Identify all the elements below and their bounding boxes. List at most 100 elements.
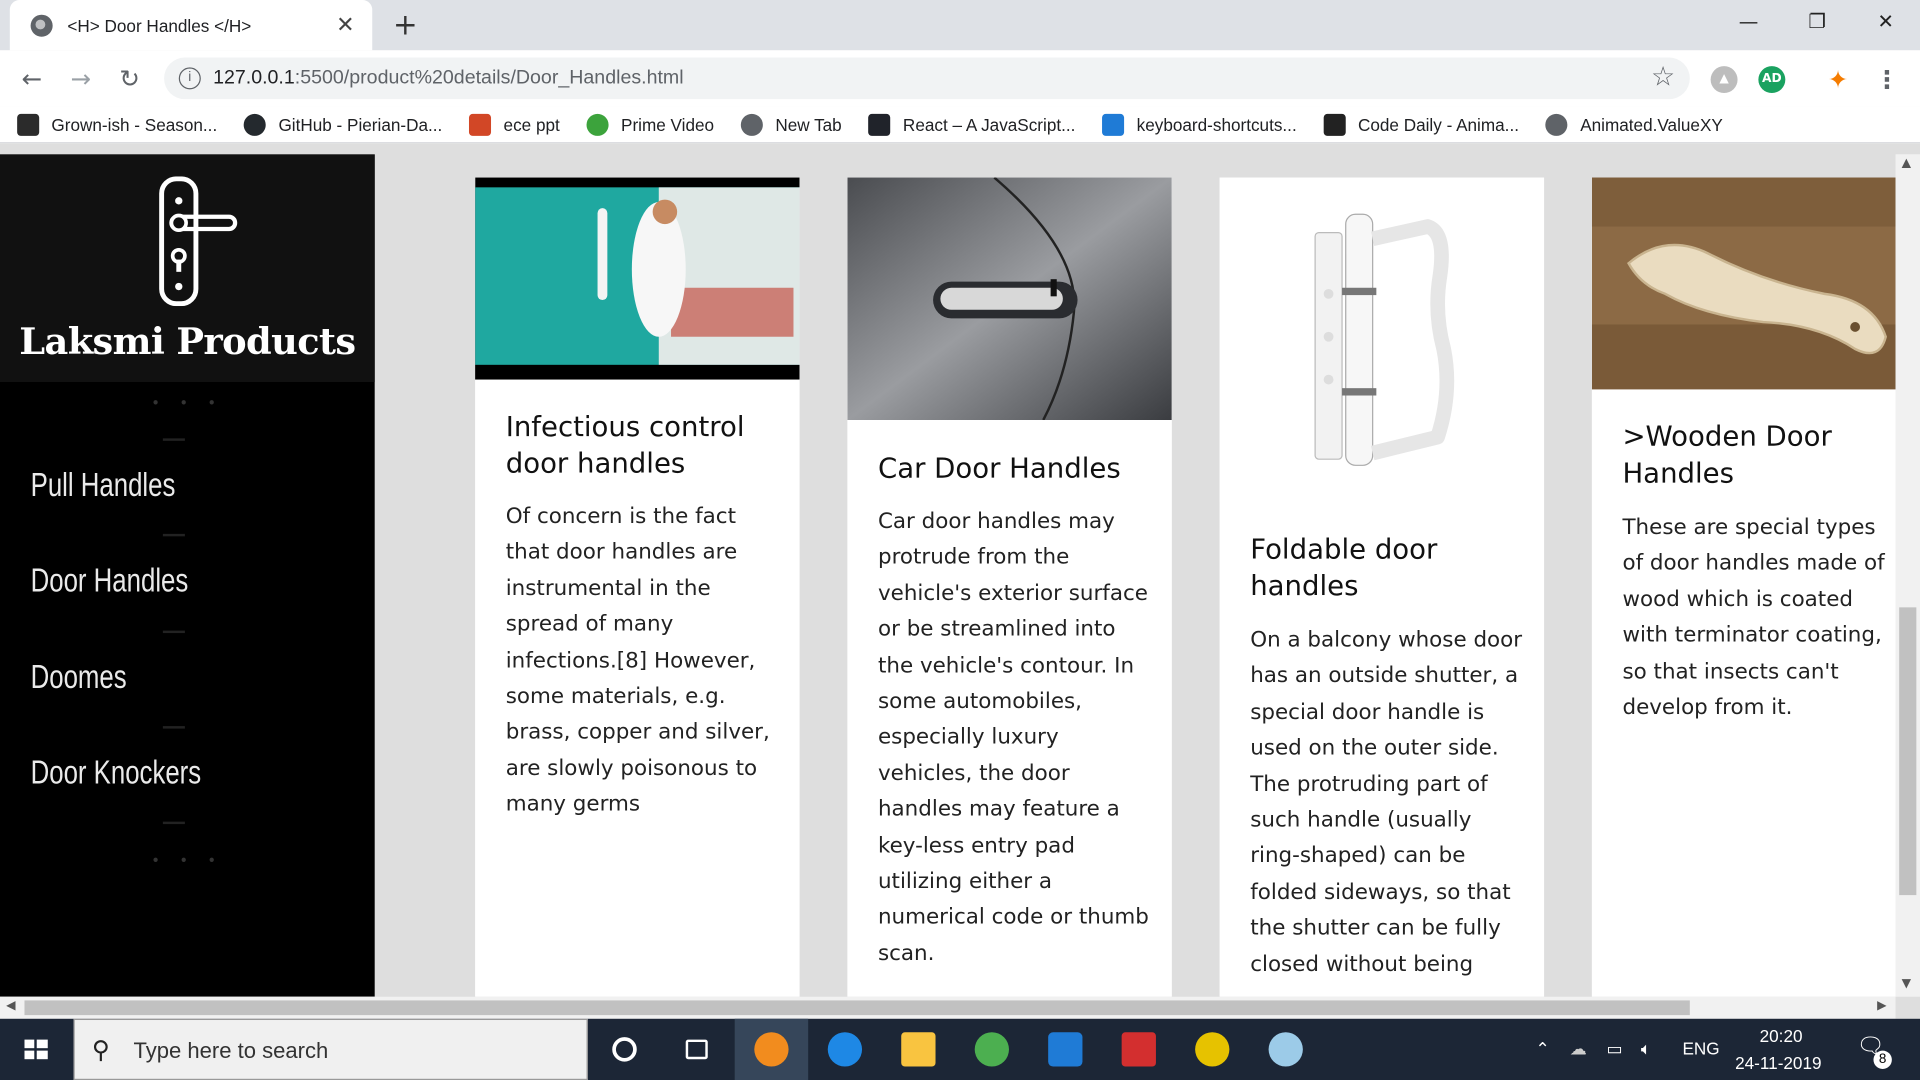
reload-icon[interactable]: ↻ — [113, 61, 147, 95]
cortana-icon[interactable] — [588, 1019, 661, 1080]
nav-link-doomes[interactable]: Doomes — [31, 659, 127, 697]
divider — [162, 630, 185, 634]
language-indicator[interactable]: ENG — [1682, 1038, 1719, 1058]
bookmark-label: React – A JavaScript... — [902, 114, 1076, 135]
product-card-wooden[interactable]: >Wooden Door Handles These are special t… — [1591, 177, 1896, 997]
bookmark-item[interactable]: React – A JavaScript... — [868, 113, 1076, 136]
close-window-button[interactable]: ✕ — [1851, 0, 1920, 44]
vertical-scrollbar[interactable]: ▲ ▼ — [1895, 154, 1920, 997]
chrome-icon[interactable] — [955, 1019, 1028, 1080]
bookmark-item[interactable]: Grown-ish - Season... — [17, 113, 218, 136]
extension-icon[interactable]: ▲ — [1710, 66, 1738, 94]
info-icon[interactable]: i — [178, 67, 201, 90]
bookmarks-bar: Grown-ish - Season... GitHub - Pierian-Da… — [0, 106, 1920, 144]
divider — [162, 438, 185, 441]
close-tab-icon[interactable]: ✕ — [333, 12, 357, 37]
bookmark-star-icon[interactable]: ☆ — [1651, 62, 1675, 93]
product-card-car-door[interactable]: Car Door Handles Car door handles may pr… — [847, 177, 1172, 997]
browser-tab[interactable]: <H> Door Handles </H> ✕ — [9, 0, 373, 51]
nav-link-pull-handles[interactable]: Pull Handles — [31, 467, 176, 505]
file-explorer-icon[interactable] — [882, 1019, 955, 1080]
clock-time[interactable]: 20:20 — [1760, 1026, 1803, 1046]
card-title: Car Door Handles — [877, 453, 1121, 485]
restore-button[interactable]: ❐ — [1783, 0, 1852, 44]
globe-icon — [1545, 113, 1568, 136]
new-tab-button[interactable]: + — [389, 10, 421, 42]
scroll-right-arrow-icon[interactable]: ▶ — [1877, 999, 1886, 1012]
product-card-foldable[interactable]: Foldable door handles On a balcony whose… — [1219, 177, 1545, 997]
divider — [162, 821, 185, 825]
scroll-up-arrow-icon[interactable]: ▲ — [1902, 157, 1911, 170]
bookmark-item[interactable]: ece ppt — [469, 113, 560, 136]
media-player-icon[interactable] — [1176, 1019, 1249, 1080]
battery-icon[interactable]: ▭ — [1607, 1038, 1623, 1059]
menu-kebab-icon[interactable]: ⋮ — [1873, 66, 1900, 93]
bookmark-item[interactable]: Prime Video — [586, 113, 715, 136]
forward-arrow-icon[interactable]: → — [64, 61, 98, 95]
onedrive-icon[interactable]: ☁ — [1570, 1038, 1587, 1059]
bookmark-item[interactable]: keyboard-shortcuts... — [1102, 113, 1297, 136]
dots-divider: • • • — [151, 394, 224, 412]
tv-icon — [17, 113, 40, 136]
vscode-icon — [1102, 113, 1125, 136]
product-card-infectious-control[interactable]: Infectious control door handles Of conce… — [475, 177, 800, 997]
bookmark-label: Grown-ish - Season... — [51, 114, 218, 135]
card-title: Foldable door handles — [1250, 533, 1438, 602]
door-handle-logo-icon — [159, 176, 238, 307]
wooden-handle-image — [1591, 177, 1896, 390]
page-viewport: Laksmi Products • • • Pull Handles Door … — [0, 154, 1896, 997]
horizontal-scrollbar[interactable]: ◀ ▶ — [0, 996, 1896, 1019]
github-icon — [244, 113, 267, 136]
tab-strip: <H> Door Handles </H> ✕ + — ❐ ✕ — [0, 0, 1920, 51]
dots-divider: • • • — [151, 852, 224, 870]
chevron-up-icon[interactable]: ⌃ — [1536, 1038, 1550, 1059]
car-icon — [1323, 113, 1346, 136]
bookmark-label: Prime Video — [621, 114, 715, 135]
search-placeholder: Type here to search — [133, 1038, 329, 1063]
windows-logo-icon — [24, 1039, 48, 1060]
minimize-button[interactable]: — — [1714, 0, 1783, 44]
nav-link-door-handles[interactable]: Door Handles — [31, 562, 189, 600]
logo-area: Laksmi Products — [0, 154, 375, 383]
bookmark-label: Animated.ValueXY — [1580, 114, 1723, 135]
sidebar: Laksmi Products • • • Pull Handles Door … — [0, 154, 375, 997]
bookmark-label: New Tab — [775, 114, 842, 135]
volume-icon[interactable]: 🔈︎ — [1641, 1038, 1651, 1059]
card-title: >Wooden Door Handles — [1622, 421, 1832, 490]
brave-browser-icon[interactable] — [734, 1018, 809, 1080]
nav-link-door-knockers[interactable]: Door Knockers — [31, 754, 202, 792]
address-bar[interactable]: i 127.0.0.1:5500/product%20details/Door_… — [164, 57, 1690, 100]
vscode-icon[interactable] — [1029, 1019, 1102, 1080]
adobe-reader-icon[interactable] — [1102, 1019, 1175, 1080]
bookmark-item[interactable]: Animated.ValueXY — [1545, 113, 1723, 136]
react-icon — [868, 113, 891, 136]
bookmark-label: GitHub - Pierian-Da... — [278, 114, 443, 135]
play-icon — [586, 113, 609, 136]
bookmark-item[interactable]: Code Daily - Anima... — [1323, 113, 1519, 136]
bookmark-item[interactable]: New Tab — [741, 113, 842, 136]
card-title: Infectious control door handles — [505, 411, 745, 480]
back-arrow-icon[interactable]: ← — [15, 61, 49, 95]
card-body: On a balcony whose door has an outside s… — [1250, 628, 1523, 977]
bookmark-label: Code Daily - Anima... — [1357, 114, 1519, 135]
horizontal-scroll-thumb[interactable] — [24, 1000, 1690, 1016]
url-text: 127.0.0.1:5500/product%20details/Door_Ha… — [213, 67, 684, 89]
globe-icon — [30, 14, 53, 37]
scroll-left-arrow-icon[interactable]: ◀ — [6, 999, 15, 1012]
windows-taskbar: ⚲ Type here to search ⌃ ☁ ▭ 🔈︎ ENG 20:20… — [0, 1018, 1920, 1080]
car-door-handle-image — [847, 177, 1172, 421]
profile-avatar[interactable]: AD — [1758, 66, 1786, 94]
start-button[interactable] — [0, 1019, 73, 1080]
paint-icon[interactable] — [1249, 1019, 1322, 1080]
taskbar-search[interactable]: ⚲ Type here to search — [73, 1018, 588, 1080]
extension-puzzle-icon[interactable]: ✦ — [1825, 66, 1852, 93]
card-body: Of concern is the fact that door handles… — [505, 504, 770, 818]
clock-date[interactable]: 24-11-2019 — [1735, 1053, 1821, 1073]
edge-icon[interactable] — [808, 1019, 881, 1080]
bookmark-item[interactable]: GitHub - Pierian-Da... — [244, 113, 443, 136]
browser-toolbar: ← → ↻ i 127.0.0.1:5500/product%20details… — [0, 50, 1920, 107]
card-body: Car door handles may protrude from the v… — [877, 509, 1149, 966]
vertical-scroll-thumb[interactable] — [1899, 607, 1917, 896]
task-view-icon[interactable] — [661, 1019, 734, 1080]
scroll-down-arrow-icon[interactable]: ▼ — [1902, 977, 1911, 990]
